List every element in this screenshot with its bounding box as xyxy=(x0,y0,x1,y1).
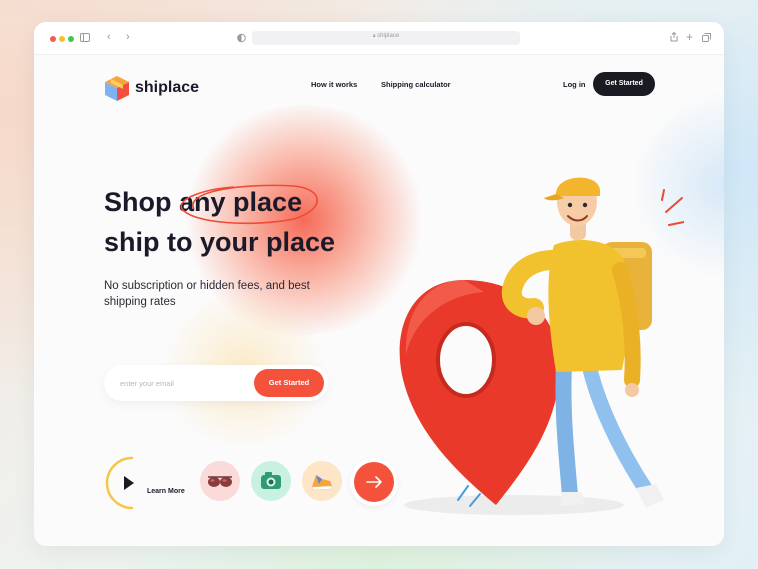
close-window-dot[interactable] xyxy=(50,36,56,42)
header-get-started-button[interactable]: Get Started xyxy=(593,72,655,96)
new-tab-icon[interactable]: + xyxy=(686,31,693,43)
play-ring-icon[interactable] xyxy=(102,455,152,511)
sneaker-icon xyxy=(311,475,333,491)
forward-icon[interactable]: › xyxy=(126,32,130,43)
nav-shipping-calculator[interactable]: Shipping calculator xyxy=(381,80,451,89)
email-input[interactable] xyxy=(120,375,240,391)
sidebar-toggle-icon[interactable] xyxy=(80,33,90,42)
sunglasses-icon xyxy=(208,476,232,487)
email-signup: Get Started xyxy=(104,365,328,401)
signup-get-started-button[interactable]: Get Started xyxy=(254,369,324,397)
login-link[interactable]: Log in xyxy=(563,80,586,89)
box-logo-icon[interactable] xyxy=(103,74,131,102)
url-text: 🔒︎ shiplace xyxy=(372,33,400,39)
maximize-window-dot[interactable] xyxy=(68,36,74,42)
browser-toolbar: ‹ › 🔒︎ shiplace + xyxy=(34,22,724,55)
back-icon[interactable]: ‹ xyxy=(107,32,111,43)
headline-line-2: ship to your place xyxy=(104,227,336,257)
brand-name[interactable]: shiplace xyxy=(135,79,199,97)
nav-how-it-works[interactable]: How it works xyxy=(311,80,357,89)
address-bar[interactable]: 🔒︎ shiplace xyxy=(252,31,520,45)
lock-icon: 🔒︎ xyxy=(372,33,376,39)
learn-more-link[interactable]: Learn More xyxy=(147,488,185,495)
headline-shop: Shop xyxy=(104,187,172,217)
courier-illustration xyxy=(399,177,684,515)
camera-icon xyxy=(261,472,281,489)
tabs-overview-icon[interactable] xyxy=(702,33,711,42)
landing-page: shiplace How it works Shipping calculato… xyxy=(34,55,724,546)
minimize-window-dot[interactable] xyxy=(59,36,65,42)
camera-category-button[interactable] xyxy=(251,461,291,501)
highlight-circle-doodle xyxy=(180,184,319,225)
browser-window: ‹ › 🔒︎ shiplace + shiplace How it works … xyxy=(34,22,724,546)
share-icon[interactable] xyxy=(670,32,678,42)
sneaker-category-button[interactable] xyxy=(302,461,342,501)
hero-subtitle: No subscription or hidden fees, and best… xyxy=(104,280,310,308)
shield-icon[interactable] xyxy=(237,33,246,43)
sunglasses-category-button[interactable] xyxy=(200,461,240,501)
